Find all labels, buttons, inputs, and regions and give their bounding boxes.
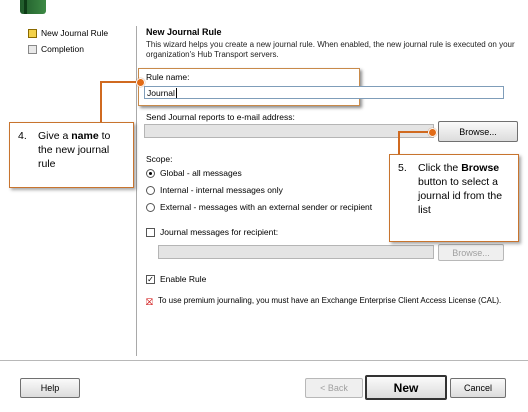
- scope-option-label: Global - all messages: [160, 168, 242, 178]
- send-reports-label: Send Journal reports to e-mail address:: [146, 112, 295, 122]
- enable-rule-checkbox[interactable]: ✓ Enable Rule: [146, 274, 206, 284]
- rule-name-value: Journal: [147, 88, 175, 98]
- page-title: New Journal Rule: [146, 27, 222, 37]
- radio-unselected-icon: [146, 185, 155, 195]
- nav-item-new-journal-rule[interactable]: New Journal Rule: [28, 28, 108, 38]
- nav-item-label: New Journal Rule: [41, 28, 109, 38]
- callout-4-connector: [100, 81, 140, 83]
- callout-step-5: 5. Click the Browse button to select a jo…: [389, 154, 519, 242]
- cancel-button[interactable]: Cancel: [450, 378, 506, 398]
- premium-note: To use premium journaling, you must have…: [158, 296, 502, 305]
- callout-4-pointer-icon: [136, 78, 145, 87]
- scope-option-global[interactable]: Global - all messages: [146, 168, 242, 178]
- nav-inactive-icon: [28, 44, 37, 54]
- browse-button[interactable]: Browse...: [438, 121, 518, 142]
- enable-rule-label: Enable Rule: [160, 274, 207, 284]
- page-description: This wizard helps you create a new journ…: [146, 40, 515, 59]
- journal-recipient-label: Journal messages for recipient:: [160, 227, 279, 237]
- scope-option-external[interactable]: External - messages with an external sen…: [146, 202, 372, 212]
- scope-label: Scope:: [146, 154, 173, 164]
- scope-option-label: Internal - internal messages only: [160, 185, 283, 195]
- callout-5-connector: [398, 131, 432, 133]
- rule-name-label: Rule name:: [146, 72, 190, 82]
- callout-4-bold: name: [71, 130, 99, 142]
- recipient-input[interactable]: [158, 245, 434, 259]
- send-reports-email-field[interactable]: [144, 124, 434, 138]
- callout-4-connector-vertical: [100, 81, 102, 123]
- footer-divider: [0, 360, 528, 361]
- new-button[interactable]: New: [365, 375, 447, 400]
- checkbox-unchecked-icon: [146, 227, 155, 237]
- journal-recipient-checkbox[interactable]: Journal messages for recipient:: [146, 227, 278, 237]
- checkbox-checked-icon: ✓: [146, 274, 155, 284]
- callout-5-number: 5.: [398, 162, 407, 174]
- scope-option-label: External - messages with an external sen…: [160, 202, 373, 212]
- callout-step-4: 4. Give a name to the new journal rule: [9, 122, 134, 188]
- callout-5-text: Click the: [418, 162, 462, 174]
- rule-name-input[interactable]: Journal: [144, 86, 504, 99]
- browse-recipient-button[interactable]: Browse...: [438, 244, 504, 261]
- wizard-logo-icon: [20, 0, 46, 14]
- sidebar-divider: [136, 26, 137, 356]
- nav-active-icon: [28, 28, 37, 38]
- callout-4-number: 4.: [18, 130, 27, 142]
- nav-item-label: Completion: [41, 44, 84, 54]
- callout-5-pointer-icon: [428, 128, 437, 137]
- callout-5-bold: Browse: [461, 162, 500, 174]
- back-button[interactable]: < Back: [305, 378, 363, 398]
- radio-unselected-icon: [146, 202, 155, 212]
- callout-4-text: Give a: [38, 130, 72, 142]
- nav-item-completion[interactable]: Completion: [28, 44, 84, 54]
- callout-5-connector-vertical: [398, 131, 400, 154]
- warning-icon: ⛝: [146, 297, 153, 307]
- scope-option-internal[interactable]: Internal - internal messages only: [146, 185, 283, 195]
- help-button[interactable]: Help: [20, 378, 80, 398]
- callout-5-text-end: button to select a journal id from the l…: [418, 176, 503, 216]
- radio-selected-icon: [146, 168, 155, 178]
